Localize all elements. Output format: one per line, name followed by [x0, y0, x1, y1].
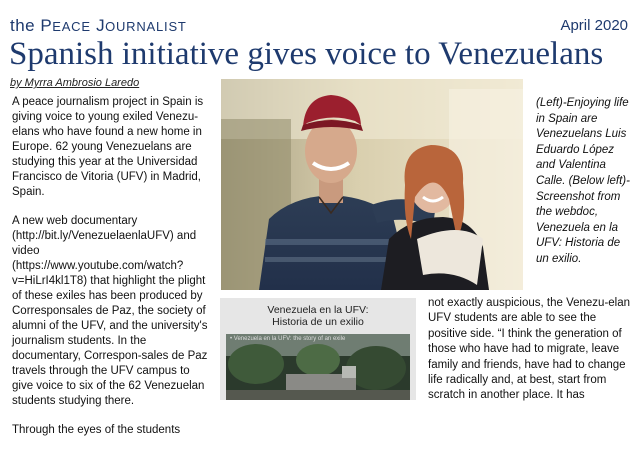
article-column-1: A peace journalism project in Spain is g…: [12, 95, 212, 452]
masthead-journalist-rest: OURNALIST: [105, 19, 187, 34]
headline: Spanish initiative gives voice to Venezu…: [9, 36, 604, 72]
byline: by Myrra Ambrosio Laredo: [10, 77, 140, 89]
screenshot-title: Venezuela en la UFV: Historia de un exil…: [220, 304, 416, 328]
screenshot-title-line-2: Historia de un exilio: [272, 316, 364, 328]
students-photo-illustration: [221, 79, 523, 290]
photo-caption: (Left)-Enjoying life in Spain are Venezu…: [536, 97, 630, 265]
paragraph-1: A peace journalism project in Spain is g…: [12, 96, 204, 198]
screenshot-title-line-1: Venezuela en la UFV:: [267, 304, 369, 316]
masthead: the PEACE JOURNALIST: [10, 16, 187, 36]
masthead-peace-initial: P: [40, 16, 53, 35]
paragraph-2: A new web documentary (http://bit.ly/Ven…: [12, 215, 208, 407]
masthead-the: the: [10, 16, 36, 35]
paragraph-3: Through the eyes of the students: [12, 424, 181, 436]
screenshot-caption-text: • Venezuela en la UFV: the story of an e…: [230, 336, 346, 342]
students-photo: [221, 79, 523, 290]
issue-date: April 2020: [560, 17, 628, 34]
screenshot-video-frame: • Venezuela en la UFV: the story of an e…: [226, 334, 410, 400]
screenshot-scene-illustration: [226, 334, 410, 400]
masthead-peace-rest: EACE: [52, 19, 91, 34]
webdoc-screenshot: Venezuela en la UFV: Historia de un exil…: [220, 298, 416, 400]
article-column-2: not exactly auspicious, the Venezu-elan …: [428, 297, 631, 402]
masthead-journalist-initial: J: [96, 16, 106, 35]
